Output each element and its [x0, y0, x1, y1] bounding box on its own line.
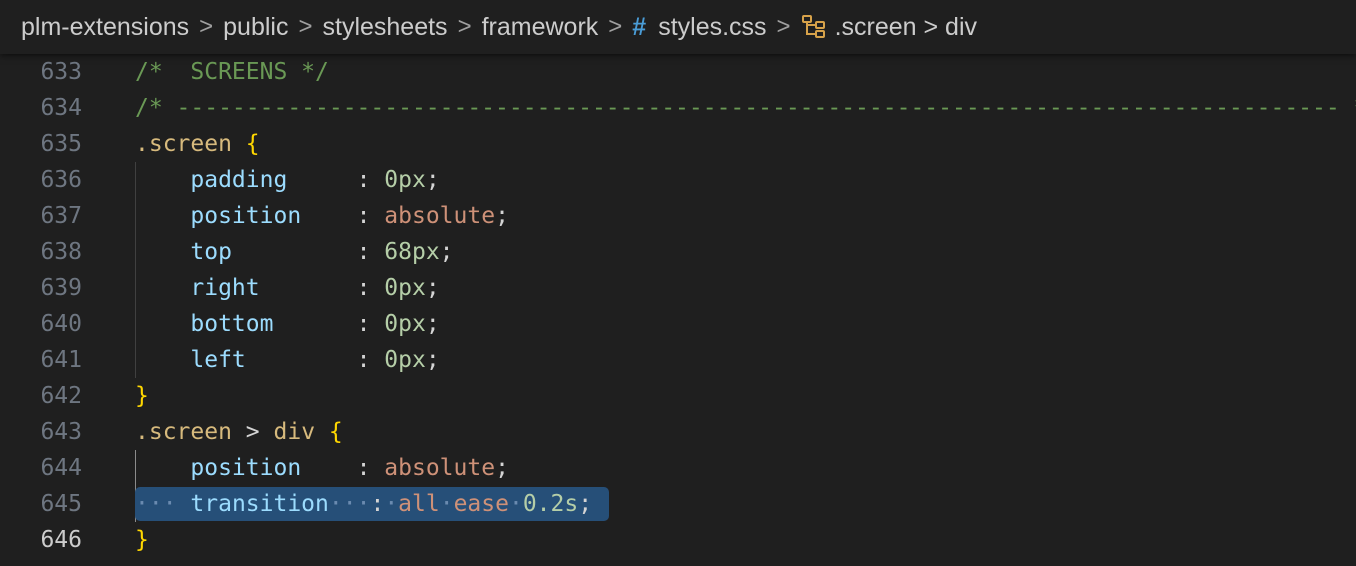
colon: : — [370, 491, 385, 517]
semicolon: ; — [425, 275, 440, 301]
code-line[interactable]: 634 /* ---------------------------------… — [0, 90, 1356, 126]
chevron-right-icon: > — [199, 13, 214, 40]
code-line[interactable]: 636 padding : 0px; — [0, 162, 1356, 198]
code-line-selected[interactable]: 645 ··· transition···:·all·ease·0.2s; — [0, 486, 1356, 522]
code-comment: /* -------------------------------------… — [135, 95, 1356, 121]
colon: : — [356, 347, 371, 373]
chevron-right-icon: > — [608, 13, 623, 40]
css-property: padding — [190, 167, 288, 193]
semicolon: ; — [425, 311, 440, 337]
line-number: 640 — [40, 311, 82, 337]
breadcrumb-item-folder[interactable]: framework — [482, 13, 599, 42]
line-number: 639 — [40, 275, 82, 301]
chevron-right-icon: > — [776, 13, 791, 40]
code-line[interactable]: 635 .screen { — [0, 126, 1356, 162]
close-brace: } — [135, 383, 149, 409]
colon: : — [356, 311, 371, 337]
colon: : — [356, 167, 371, 193]
code-line[interactable]: 639 right : 0px; — [0, 270, 1356, 306]
semicolon: ; — [439, 239, 454, 265]
css-selector: .screen — [135, 419, 232, 445]
semicolon: ; — [578, 491, 593, 517]
css-value: 0.2s — [522, 491, 579, 517]
breadcrumb-item-folder[interactable]: public — [223, 13, 288, 42]
css-value: 0px — [384, 275, 426, 301]
open-brace: { — [328, 419, 343, 445]
css-value: absolute — [384, 203, 496, 229]
chevron-right-icon: > — [298, 13, 313, 40]
line-number: 634 — [40, 95, 82, 121]
code-line-current[interactable]: 646 } — [0, 522, 1356, 558]
code-line[interactable]: 640 bottom : 0px; — [0, 306, 1356, 342]
file-name: styles.css — [658, 12, 767, 41]
child-combinator: > — [245, 419, 260, 445]
line-number: 638 — [40, 239, 82, 265]
line-number: 637 — [40, 203, 82, 229]
css-selector: div — [273, 419, 316, 445]
semicolon: ; — [425, 167, 440, 193]
line-number: 646 — [40, 527, 82, 553]
breadcrumb-item-symbol[interactable]: .screen > div — [801, 13, 977, 42]
close-brace: } — [135, 527, 149, 553]
whitespace-marker: ·· — [328, 491, 357, 517]
css-value: 0px — [384, 347, 426, 373]
css-value: all — [398, 491, 440, 517]
code-line[interactable]: 633 /* SCREENS */ — [0, 54, 1356, 90]
breadcrumb-item-folder[interactable]: stylesheets — [323, 13, 448, 42]
code-line[interactable]: 641 left : 0px; — [0, 342, 1356, 378]
css-selector: .screen — [135, 131, 232, 157]
line-number: 641 — [40, 347, 82, 373]
css-property: right — [190, 275, 260, 301]
css-value: ease — [453, 491, 509, 517]
css-property: position — [190, 203, 302, 229]
whitespace-marker: ··· — [135, 491, 177, 517]
code-comment: /* SCREENS */ — [135, 59, 329, 85]
line-number: 645 — [40, 491, 82, 517]
breadcrumb: plm-extensions > public > stylesheets > … — [0, 0, 1356, 54]
code-line[interactable]: 638 top : 68px; — [0, 234, 1356, 270]
line-number: 635 — [40, 131, 82, 157]
colon: : — [356, 275, 371, 301]
open-brace: { — [245, 131, 260, 157]
css-property: left — [190, 347, 246, 373]
css-file-icon: # — [632, 12, 647, 41]
semicolon: ; — [495, 455, 509, 481]
css-property: top — [190, 239, 232, 265]
css-value: 0px — [384, 311, 426, 337]
semicolon: ; — [425, 347, 440, 373]
symbol-name: .screen > div — [834, 12, 977, 41]
line-number: 644 — [40, 455, 82, 481]
breadcrumb-item-folder[interactable]: plm-extensions — [21, 13, 189, 42]
line-number: 636 — [40, 167, 82, 193]
code-line[interactable]: 644 position : absolute; — [0, 450, 1356, 486]
code-editor[interactable]: 633 /* SCREENS */ 634 /* ---------------… — [0, 54, 1356, 566]
line-number: 633 — [40, 59, 82, 85]
chevron-right-icon: > — [457, 13, 472, 40]
css-value: 68px — [384, 239, 440, 265]
css-property: bottom — [190, 311, 274, 337]
colon: : — [356, 203, 371, 229]
code-line[interactable]: 637 position : absolute; — [0, 198, 1356, 234]
breadcrumb-item-file[interactable]: # styles.css — [632, 13, 766, 42]
code-line[interactable]: 643 .screen > div { — [0, 414, 1356, 450]
colon: : — [356, 239, 371, 265]
css-selector-icon — [801, 14, 825, 38]
colon: : — [356, 455, 371, 481]
code-line[interactable]: 642 } — [0, 378, 1356, 414]
css-value: 0px — [384, 167, 426, 193]
css-value: absolute — [384, 455, 496, 481]
line-number: 643 — [40, 419, 82, 445]
line-number: 642 — [40, 383, 82, 409]
semicolon: ; — [495, 203, 509, 229]
css-property: position — [190, 455, 302, 481]
css-property: transition — [190, 491, 329, 517]
